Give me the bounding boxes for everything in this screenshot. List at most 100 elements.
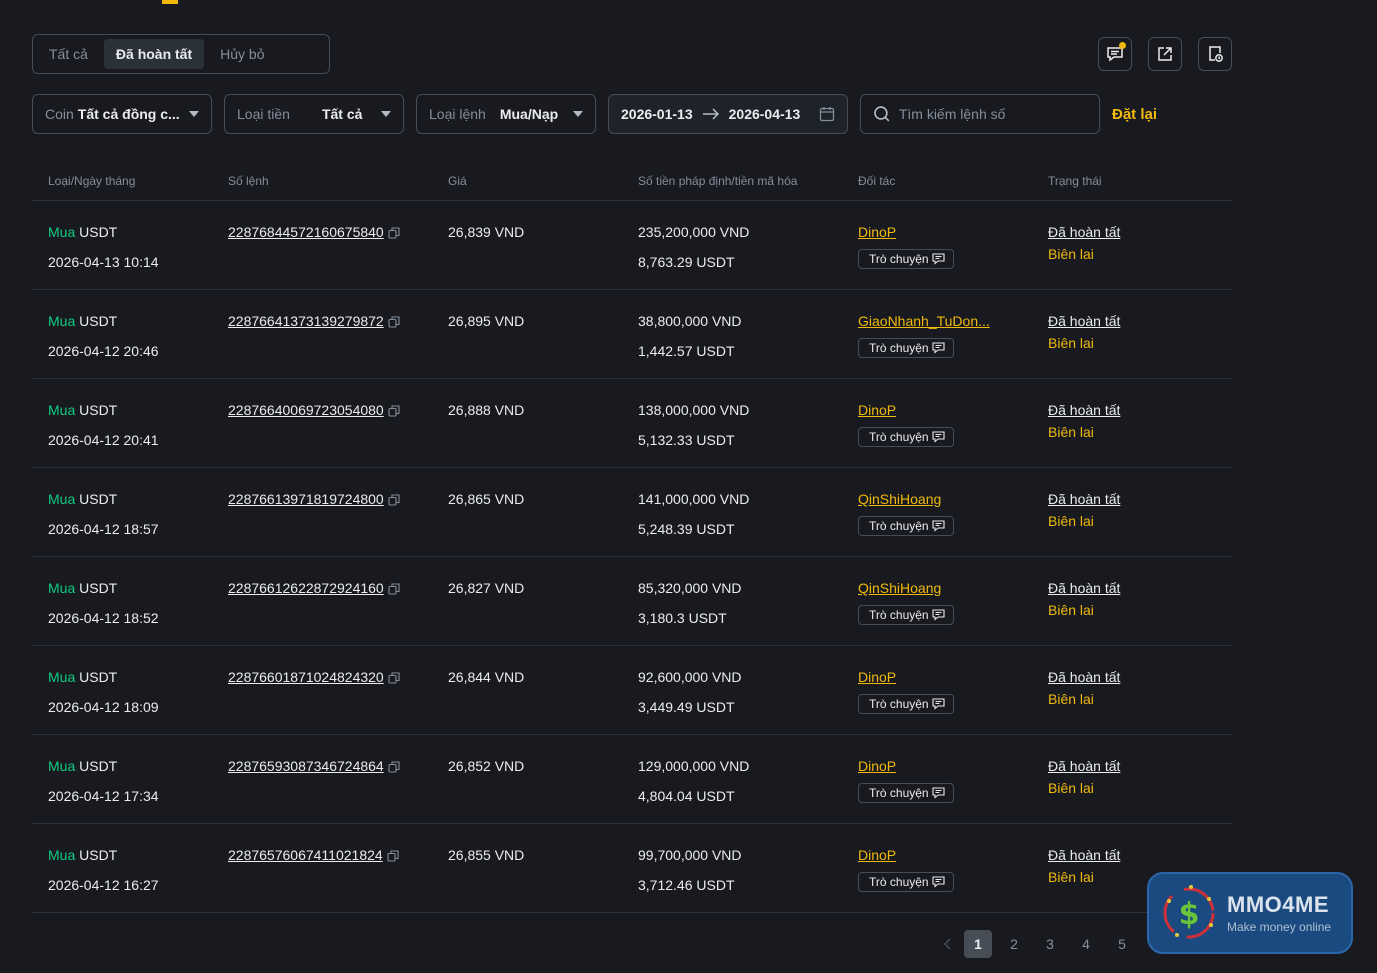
crypto-amount: 3,449.49 USDT xyxy=(638,699,735,715)
partner-link[interactable]: QinShiHoang xyxy=(858,580,941,596)
copy-icon[interactable] xyxy=(388,404,400,420)
partner-link[interactable]: GiaoNhanh_TuDon... xyxy=(858,313,990,329)
order-number-link[interactable]: 22876844572160675840 xyxy=(228,224,384,240)
chat-button[interactable]: Trò chuyện xyxy=(858,249,954,269)
col-amount: Số tiền pháp định/tiền mã hóa xyxy=(638,174,798,188)
page-5-button[interactable]: 5 xyxy=(1108,930,1136,958)
tab-all[interactable]: Tất cả xyxy=(37,39,100,69)
page-4-button[interactable]: 4 xyxy=(1072,930,1100,958)
receipt-link[interactable]: Biên lai xyxy=(1048,691,1094,707)
tab-cancelled[interactable]: Hủy bỏ xyxy=(208,39,276,69)
order-type-filter[interactable]: Loại lệnh Mua/Nạp xyxy=(416,94,596,134)
chat-notifications-button[interactable] xyxy=(1098,37,1132,71)
fiat-amount: 38,800,000 VND xyxy=(638,313,742,329)
status-link[interactable]: Đã hoàn tất xyxy=(1048,313,1120,329)
receipt-link[interactable]: Biên lai xyxy=(1048,424,1094,440)
crypto-amount: 8,763.29 USDT xyxy=(638,254,735,270)
chat-button-label: Trò chuyện xyxy=(869,786,929,800)
chat-button[interactable]: Trò chuyện xyxy=(858,783,954,803)
partner-link[interactable]: DinoP xyxy=(858,224,896,240)
page-1-button[interactable]: 1 xyxy=(964,930,992,958)
order-number: 22876844572160675840 xyxy=(228,224,400,242)
chat-icon xyxy=(932,431,945,443)
date-range-picker[interactable]: 2026-01-13 2026-04-13 xyxy=(608,94,848,134)
status-link[interactable]: Đã hoàn tất xyxy=(1048,847,1120,863)
chevron-down-icon xyxy=(573,111,583,117)
fiat-amount: 85,320,000 VND xyxy=(638,580,742,596)
search-icon xyxy=(874,106,890,122)
coin-filter[interactable]: Coin Tất cả đồng c... xyxy=(32,94,212,134)
order-datetime: 2026-04-12 18:09 xyxy=(48,699,159,715)
receipt-link[interactable]: Biên lai xyxy=(1048,335,1094,351)
status-link[interactable]: Đã hoàn tất xyxy=(1048,580,1120,596)
order-number: 22876576067411021824 xyxy=(228,847,399,865)
export-icon xyxy=(1158,47,1172,61)
order-number-link[interactable]: 22876593087346724864 xyxy=(228,758,384,774)
side-label: Mua xyxy=(48,402,76,418)
copy-icon[interactable] xyxy=(388,493,400,509)
status-link[interactable]: Đã hoàn tất xyxy=(1048,491,1120,507)
partner-link[interactable]: DinoP xyxy=(858,402,896,418)
chat-button[interactable]: Trò chuyện xyxy=(858,427,954,447)
copy-icon[interactable] xyxy=(388,582,400,598)
order-search xyxy=(860,94,1100,134)
table-row: Mua USDT 2026-04-12 20:46 2287664137313927… xyxy=(32,290,1232,379)
status-link[interactable]: Đã hoàn tất xyxy=(1048,758,1120,774)
order-side-asset: Mua USDT xyxy=(48,313,117,329)
arrow-right-icon xyxy=(702,108,719,120)
chat-button[interactable]: Trò chuyện xyxy=(858,872,954,892)
tab-completed[interactable]: Đã hoàn tất xyxy=(103,39,205,69)
chat-button[interactable]: Trò chuyện xyxy=(858,605,954,625)
receipt-link[interactable]: Biên lai xyxy=(1048,780,1094,796)
fiat-amount: 92,600,000 VND xyxy=(638,669,742,685)
order-number-link[interactable]: 22876613971819724800 xyxy=(228,491,384,507)
prev-page-button[interactable] xyxy=(934,930,962,958)
copy-icon[interactable] xyxy=(388,671,400,687)
order-datetime: 2026-04-12 16:27 xyxy=(48,877,159,893)
order-number-link[interactable]: 22876601871024824320 xyxy=(228,669,384,685)
fiat-amount: 99,700,000 VND xyxy=(638,847,742,863)
status-link[interactable]: Đã hoàn tất xyxy=(1048,224,1120,240)
chat-icon xyxy=(932,698,945,710)
order-number-link[interactable]: 22876576067411021824 xyxy=(228,847,383,863)
receipt-link[interactable]: Biên lai xyxy=(1048,246,1094,262)
col-price: Giá xyxy=(448,174,467,188)
status-link[interactable]: Đã hoàn tất xyxy=(1048,402,1120,418)
order-price: 26,827 VND xyxy=(448,580,525,596)
order-number-link[interactable]: 22876640069723054080 xyxy=(228,402,384,418)
chat-button-label: Trò chuyện xyxy=(869,608,929,622)
export-button[interactable] xyxy=(1148,37,1182,71)
copy-icon[interactable] xyxy=(388,760,400,776)
chat-button-label: Trò chuyện xyxy=(869,252,929,266)
receipt-link[interactable]: Biên lai xyxy=(1048,869,1094,885)
history-file-button[interactable] xyxy=(1198,37,1232,71)
svg-text:$: $ xyxy=(1179,897,1200,932)
fiat-filter[interactable]: Loại tiền Tất cả xyxy=(224,94,404,134)
partner-link[interactable]: DinoP xyxy=(858,758,896,774)
status-link[interactable]: Đã hoàn tất xyxy=(1048,669,1120,685)
partner-link[interactable]: DinoP xyxy=(858,669,896,685)
copy-icon[interactable] xyxy=(387,849,399,865)
order-number-link[interactable]: 22876641373139279872 xyxy=(228,313,384,329)
order-side-asset: Mua USDT xyxy=(48,758,117,774)
order-datetime: 2026-04-12 17:34 xyxy=(48,788,159,804)
chat-button[interactable]: Trò chuyện xyxy=(858,694,954,714)
order-number-link[interactable]: 22876612622872924160 xyxy=(228,580,384,596)
chat-button[interactable]: Trò chuyện xyxy=(858,338,954,358)
order-side-asset: Mua USDT xyxy=(48,580,117,596)
reset-button[interactable]: Đặt lại xyxy=(1112,106,1157,123)
crypto-amount: 5,248.39 USDT xyxy=(638,521,735,537)
order-number: 22876641373139279872 xyxy=(228,313,400,331)
page-3-button[interactable]: 3 xyxy=(1036,930,1064,958)
search-input[interactable] xyxy=(898,106,1087,122)
partner-link[interactable]: DinoP xyxy=(858,847,896,863)
copy-icon[interactable] xyxy=(388,226,400,242)
order-price: 26,855 VND xyxy=(448,847,525,863)
copy-icon[interactable] xyxy=(388,315,400,331)
receipt-link[interactable]: Biên lai xyxy=(1048,602,1094,618)
partner-link[interactable]: QinShiHoang xyxy=(858,491,941,507)
chat-button[interactable]: Trò chuyện xyxy=(858,516,954,536)
page-2-button[interactable]: 2 xyxy=(1000,930,1028,958)
receipt-link[interactable]: Biên lai xyxy=(1048,513,1094,529)
crypto-amount: 3,712.46 USDT xyxy=(638,877,735,893)
